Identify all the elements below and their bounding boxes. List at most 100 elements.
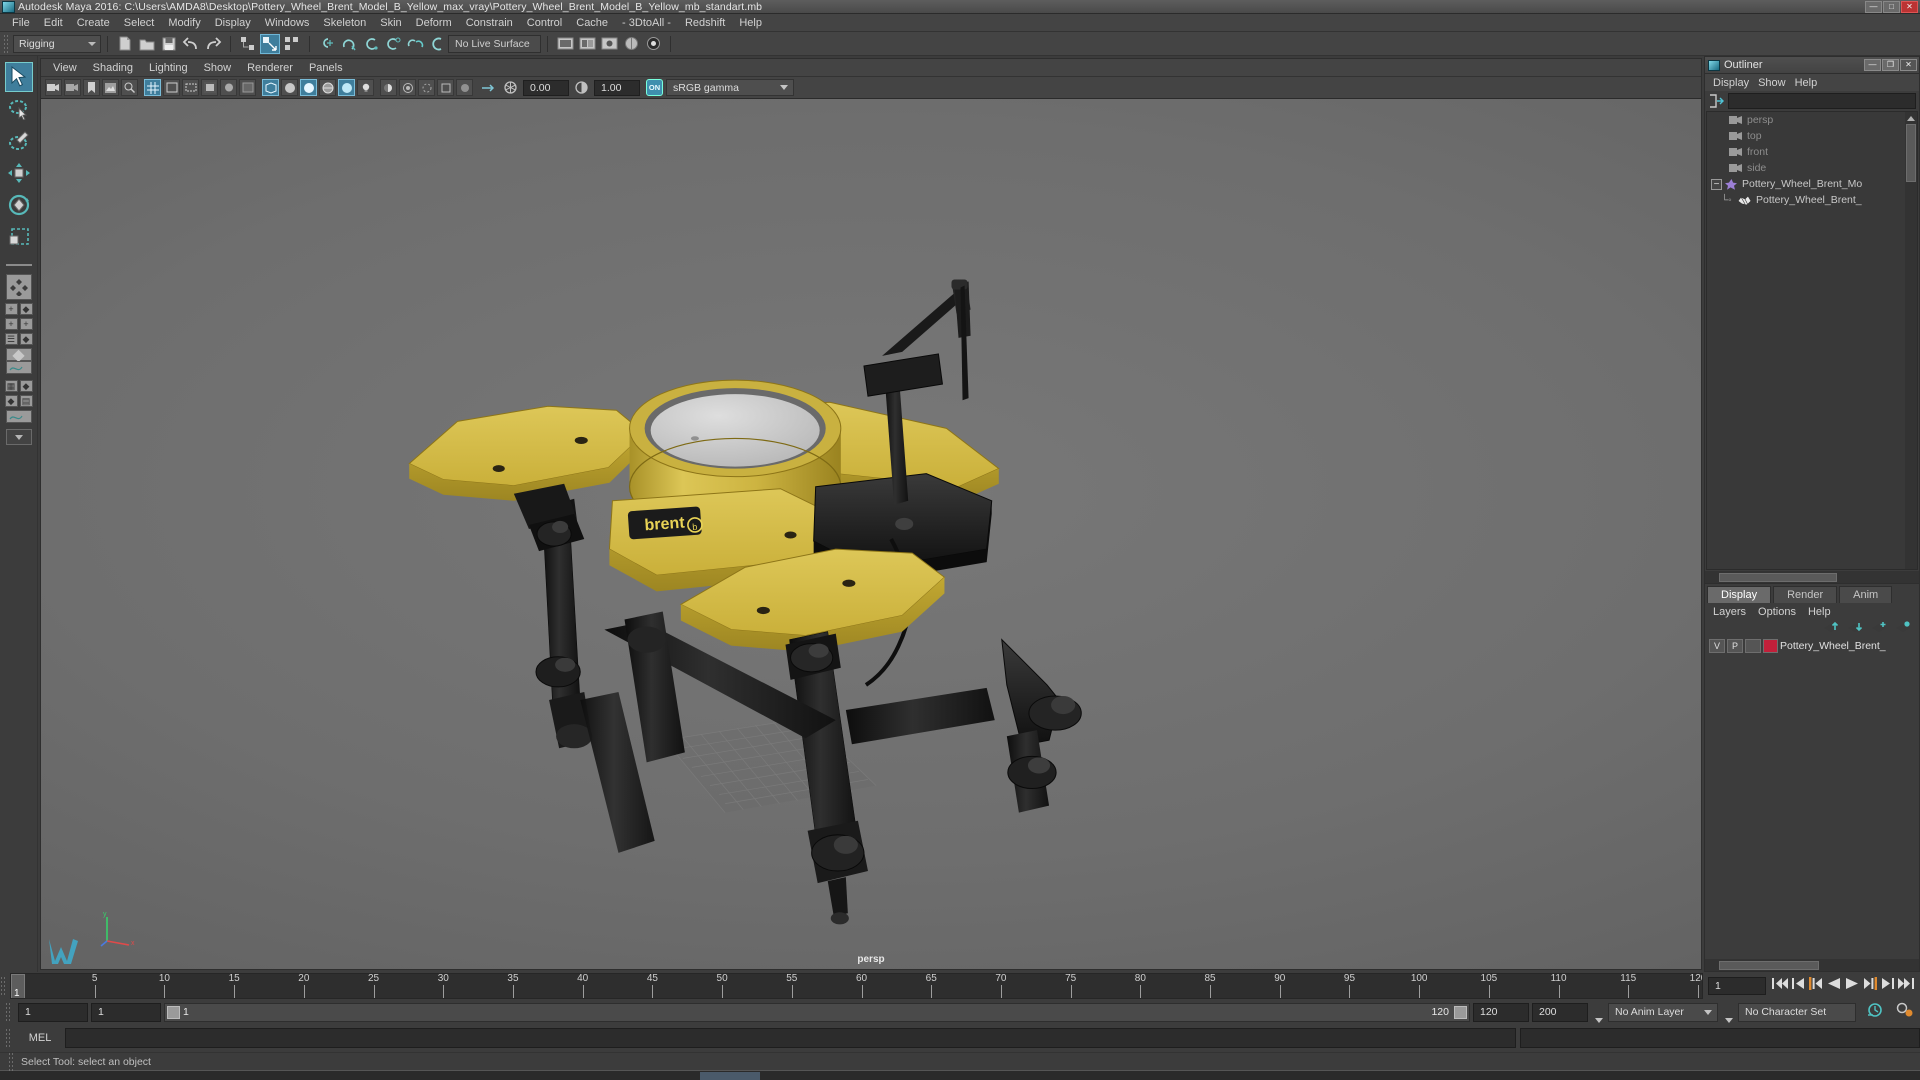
outliner-menu-display[interactable]: Display xyxy=(1713,77,1758,89)
viewport-menu-view[interactable]: View xyxy=(45,61,85,75)
paint-select-tool-button[interactable] xyxy=(5,126,33,156)
exposure-field[interactable]: 0.00 xyxy=(523,79,569,96)
taskbar-item[interactable] xyxy=(700,1071,760,1080)
command-output-field[interactable] xyxy=(1520,1028,1920,1048)
new-scene-icon[interactable] xyxy=(115,34,135,54)
range-handle-right[interactable] xyxy=(1454,1005,1467,1019)
live-surface-field[interactable]: No Live Surface xyxy=(448,34,541,53)
layer-horizontal-scrollbar[interactable] xyxy=(1705,959,1919,971)
menu-display[interactable]: Display xyxy=(208,16,258,30)
four-pane-layout-button[interactable]: + xyxy=(19,318,33,330)
play-backwards-icon[interactable] xyxy=(1827,977,1841,995)
snap-curve-icon[interactable] xyxy=(339,34,359,54)
outliner-tree[interactable]: persp top front side − Pottery_Wheel_Bre… xyxy=(1706,111,1918,570)
hypershade-layout-button[interactable]: ▦ xyxy=(4,380,18,392)
resolution-gate-icon[interactable] xyxy=(182,79,199,96)
menu-file[interactable]: File xyxy=(5,16,37,30)
time-slider-grip[interactable] xyxy=(0,976,7,996)
persp-graph-layout-button[interactable] xyxy=(5,361,32,374)
ipr-render-icon[interactable] xyxy=(577,34,597,54)
pottery-wheel-model[interactable]: brent b xyxy=(41,99,1701,969)
menu-create[interactable]: Create xyxy=(70,16,117,30)
viewport-menu-shading[interactable]: Shading xyxy=(85,61,141,75)
scale-tool-button[interactable] xyxy=(5,222,33,252)
persp-only-layout-button[interactable]: ◆ xyxy=(19,333,33,345)
layer-menu-help[interactable]: Help xyxy=(1808,606,1843,618)
outliner-restore-button[interactable]: ❐ xyxy=(1882,59,1899,71)
scroll-thumb-horizontal[interactable] xyxy=(1719,960,1819,970)
outliner-minimize-button[interactable]: — xyxy=(1864,59,1881,71)
render-view-icon[interactable] xyxy=(643,34,663,54)
menu-3dtoall[interactable]: - 3DtoAll - xyxy=(615,16,678,30)
make-live-icon[interactable] xyxy=(427,34,447,54)
layer-list[interactable]: V P Pottery_Wheel_Brent_ xyxy=(1705,638,1919,959)
outliner-item-top[interactable]: top xyxy=(1707,128,1917,144)
menu-select[interactable]: Select xyxy=(117,16,162,30)
perspective-viewport[interactable]: brent b y x persp xyxy=(41,99,1701,969)
undo-icon[interactable] xyxy=(181,34,201,54)
step-back-frame-icon[interactable] xyxy=(1809,977,1823,995)
outliner-item-front[interactable]: front xyxy=(1707,144,1917,160)
character-set-selector[interactable]: No Character Set xyxy=(1738,1002,1856,1022)
animation-preferences-icon[interactable] xyxy=(1896,1002,1914,1023)
toolbar-grip[interactable] xyxy=(3,33,10,54)
command-language-label[interactable]: MEL xyxy=(19,1032,61,1044)
menu-control[interactable]: Control xyxy=(520,16,569,30)
select-component-icon[interactable] xyxy=(282,34,302,54)
menu-windows[interactable]: Windows xyxy=(258,16,317,30)
grid-toggle-icon[interactable] xyxy=(144,79,161,96)
select-tool-button[interactable] xyxy=(4,62,33,92)
two-d-pan-zoom-icon[interactable] xyxy=(121,79,138,96)
film-gate-icon[interactable] xyxy=(163,79,180,96)
depth-of-field-icon[interactable] xyxy=(456,79,473,96)
window-controls[interactable]: — □ ✕ xyxy=(1865,0,1920,13)
menu-skeleton[interactable]: Skeleton xyxy=(316,16,373,30)
scroll-up-icon[interactable] xyxy=(1905,112,1917,124)
range-bar[interactable]: 1 120 xyxy=(164,1002,1470,1022)
move-tool-button[interactable] xyxy=(5,158,33,188)
outliner-vertical-scrollbar[interactable] xyxy=(1905,112,1917,569)
range-slider-grip[interactable] xyxy=(5,1002,12,1022)
tab-display[interactable]: Display xyxy=(1707,586,1772,603)
viewport-menu-lighting[interactable]: Lighting xyxy=(141,61,196,75)
menu-cache[interactable]: Cache xyxy=(569,16,615,30)
render-current-frame-icon[interactable] xyxy=(555,34,575,54)
wireframe-shading-icon[interactable] xyxy=(262,79,279,96)
select-camera-icon[interactable] xyxy=(45,79,62,96)
use-all-lights-icon[interactable] xyxy=(357,79,374,96)
isolate-select-icon[interactable] xyxy=(479,79,496,96)
current-frame-field[interactable]: 1 xyxy=(1708,977,1766,995)
save-scene-icon[interactable] xyxy=(159,34,179,54)
viewport-menu-renderer[interactable]: Renderer xyxy=(239,61,301,75)
range-end-field[interactable]: 120 xyxy=(1473,1002,1529,1022)
layer-visibility-toggle[interactable]: V xyxy=(1709,639,1725,653)
snap-projected-center-icon[interactable] xyxy=(383,34,403,54)
layer-row[interactable]: V P Pottery_Wheel_Brent_ xyxy=(1705,638,1919,654)
xray-icon[interactable] xyxy=(239,79,256,96)
step-forward-keyframe-icon[interactable] xyxy=(1881,977,1894,995)
layout-more-button[interactable] xyxy=(5,429,32,445)
viewport-menu-show[interactable]: Show xyxy=(196,61,240,75)
menu-edit[interactable]: Edit xyxy=(37,16,70,30)
animation-end-field[interactable]: 200 xyxy=(1532,1002,1588,1022)
current-time-indicator[interactable]: 1 xyxy=(11,974,25,998)
scroll-thumb-horizontal[interactable] xyxy=(1719,572,1837,582)
gamma-field[interactable]: 1.00 xyxy=(594,79,640,96)
menu-constrain[interactable]: Constrain xyxy=(459,16,520,30)
lasso-select-tool-button[interactable] xyxy=(5,94,33,124)
step-back-keyframe-icon[interactable] xyxy=(1792,977,1805,995)
open-scene-icon[interactable] xyxy=(137,34,157,54)
new-layer-from-selected-icon[interactable] xyxy=(1896,620,1911,638)
menu-modify[interactable]: Modify xyxy=(161,16,207,30)
persp-layout-button[interactable]: ◆ xyxy=(19,380,33,392)
wireframe-on-shaded-icon[interactable] xyxy=(319,79,336,96)
step-forward-frame-icon[interactable] xyxy=(1863,977,1877,995)
snap-point-icon[interactable] xyxy=(361,34,381,54)
render-settings-icon[interactable] xyxy=(599,34,619,54)
hypershade-icon[interactable] xyxy=(621,34,641,54)
ambient-occlusion-icon[interactable] xyxy=(399,79,416,96)
single-perspective-layout-button[interactable] xyxy=(5,274,32,300)
viewport-menu-panels[interactable]: Panels xyxy=(301,61,351,75)
close-button[interactable]: ✕ xyxy=(1901,0,1918,13)
exposure-toggle-icon[interactable] xyxy=(220,79,237,96)
